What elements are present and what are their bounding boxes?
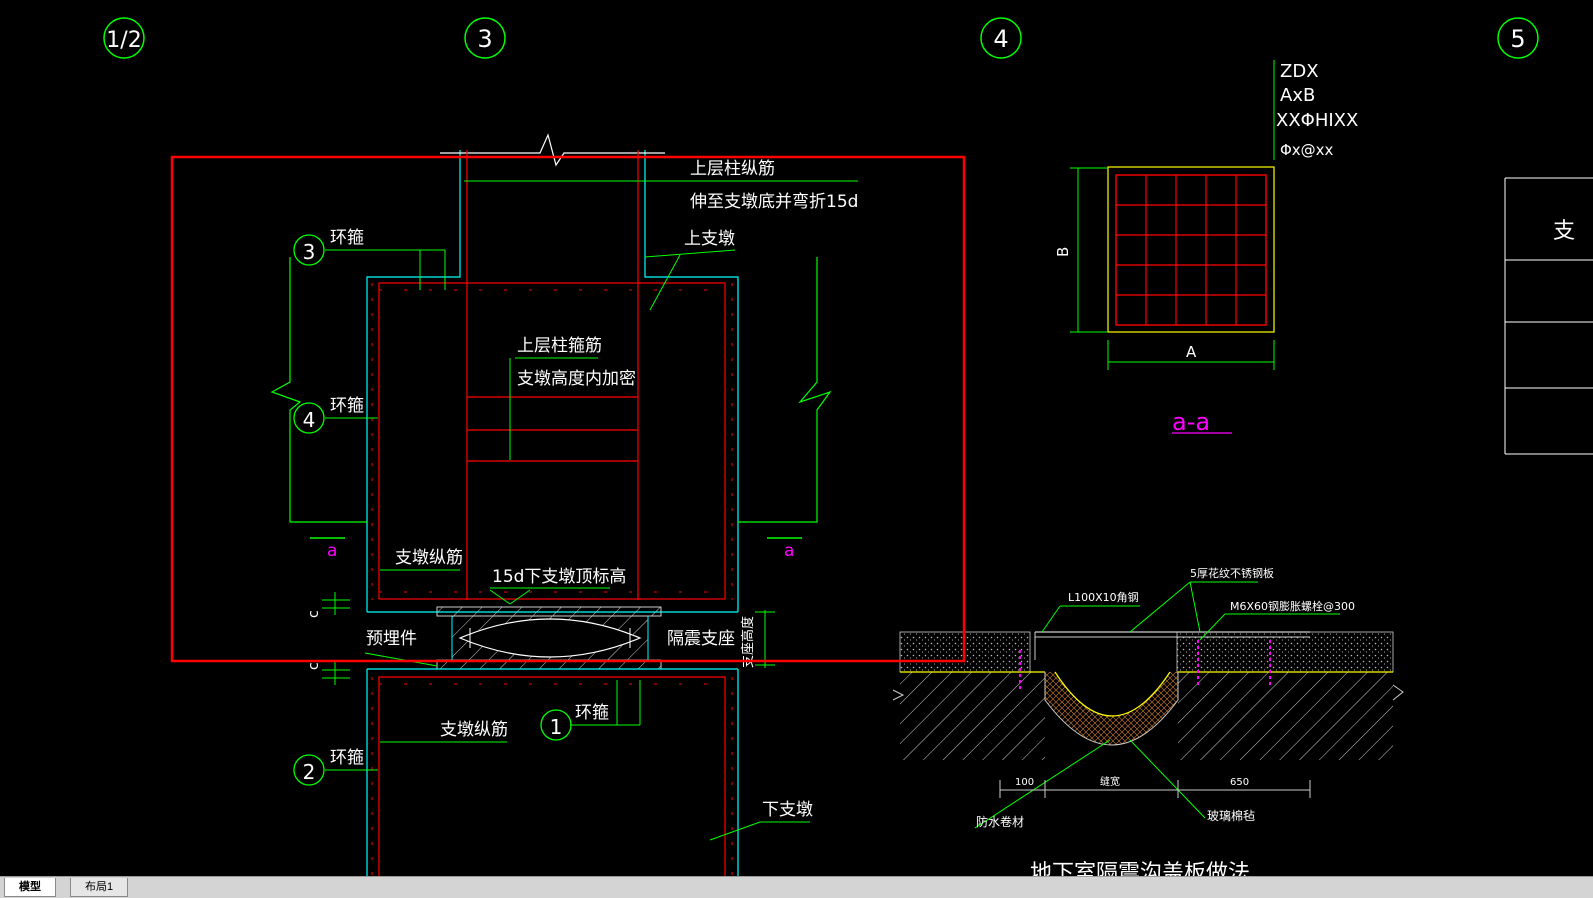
section-mark-left: a — [327, 541, 337, 561]
sec-dim-a: A — [1186, 343, 1197, 361]
cad-drawing[interactable]: 1/2 3 4 5 3 4 1 2 上层柱纵筋 伸至支墩底并弯折15d 上支墩 … — [0, 0, 1593, 876]
label-pier-bar-lower: 支墩纵筋 — [440, 720, 508, 740]
grid-axis-1-2: 1/2 — [103, 17, 145, 59]
label-angle: L100X10角钢 — [1068, 591, 1139, 604]
label-axb: AxB — [1280, 85, 1315, 106]
label-upper-pier: 上支墩 — [684, 229, 735, 249]
label-stirrup-4: 环箍 — [330, 396, 364, 416]
label-zdx: ZDX — [1280, 61, 1319, 82]
grid-axis-5: 5 — [1497, 17, 1539, 59]
label-plate: 5厚花纹不锈钢板 — [1190, 566, 1274, 580]
layout-tab-bar: 模型 布局1 — [0, 876, 1593, 898]
label-stirrup-2: 环箍 — [330, 748, 364, 768]
label-dim-c-upper: c — [306, 610, 322, 618]
label-upper-bar: 上层柱纵筋 — [690, 159, 775, 179]
svg-text:4: 4 — [993, 25, 1008, 53]
dim-100: 100 — [1015, 777, 1034, 788]
label-embedded: 预埋件 — [366, 629, 417, 649]
svg-text:1/2: 1/2 — [106, 28, 141, 53]
svg-text:4: 4 — [303, 408, 316, 432]
joint-detail: L100X10角钢 5厚花纹不锈钢板 M6X60钢膨胀螺栓@300 100 缝宽… — [892, 566, 1404, 876]
detail-marker-3: 3 — [293, 234, 325, 266]
tab-model[interactable]: 模型 — [4, 878, 56, 897]
svg-text:5: 5 — [1510, 25, 1525, 53]
detail-marker-2: 2 — [293, 754, 325, 786]
svg-text:3: 3 — [303, 240, 316, 264]
label-stirrup-1: 环箍 — [575, 703, 609, 723]
label-lower-pier: 下支墩 — [762, 800, 813, 820]
grid-axis-4: 4 — [980, 17, 1022, 59]
label-bolt: M6X60钢膨胀螺栓@300 — [1230, 599, 1355, 613]
pier-detail: 3 4 1 2 上层柱纵筋 伸至支墩底并弯折15d 上支墩 环箍 环箍 上层柱箍… — [270, 133, 858, 876]
section-title: a-a — [1172, 408, 1210, 436]
model-space-canvas[interactable]: 1/2 3 4 5 3 4 1 2 上层柱纵筋 伸至支墩底并弯折15d 上支墩 … — [0, 0, 1593, 876]
dim-width: 缝宽 — [1100, 775, 1120, 788]
label-upper-tie: 上层柱箍筋 — [517, 336, 602, 356]
label-stirrup-3: 环箍 — [330, 228, 364, 248]
label-upper-tie-note: 支墩高度内加密 — [517, 369, 636, 389]
section-a-a: B A a-a ZDX AxB XXΦHIXX Φx@xx — [1054, 60, 1358, 436]
table-header: 支 — [1553, 219, 1575, 244]
label-overlap: 15d下支墩顶标高 — [492, 567, 626, 587]
label-phi: Φx@xx — [1280, 141, 1334, 159]
svg-text:2: 2 — [303, 760, 316, 784]
label-pier-bar-upper: 支墩纵筋 — [395, 548, 463, 568]
detail-marker-4: 4 — [293, 402, 325, 434]
sec-dim-b: B — [1054, 247, 1072, 257]
label-bearing: 隔震支座 — [667, 629, 735, 649]
label-upper-bar-note: 伸至支墩底并弯折15d — [690, 192, 858, 212]
label-glasswool: 玻璃棉毡 — [1207, 809, 1255, 823]
joint-title: 地下室隔震沟盖板做法 — [1030, 861, 1250, 876]
label-xx: XXΦHIXX — [1276, 110, 1358, 131]
dim-650: 650 — [1230, 777, 1249, 788]
detail-marker-1: 1 — [540, 709, 572, 741]
grid-axis-3: 3 — [464, 17, 506, 59]
section-mark-right: a — [784, 541, 794, 561]
svg-text:3: 3 — [477, 25, 492, 53]
svg-text:1: 1 — [550, 715, 563, 739]
tab-layout-1[interactable]: 布局1 — [70, 878, 129, 897]
schedule-table: 支 — [1504, 177, 1593, 455]
label-waterproof: 防水卷材 — [976, 814, 1024, 829]
label-dim-c-lower: c — [306, 662, 322, 670]
